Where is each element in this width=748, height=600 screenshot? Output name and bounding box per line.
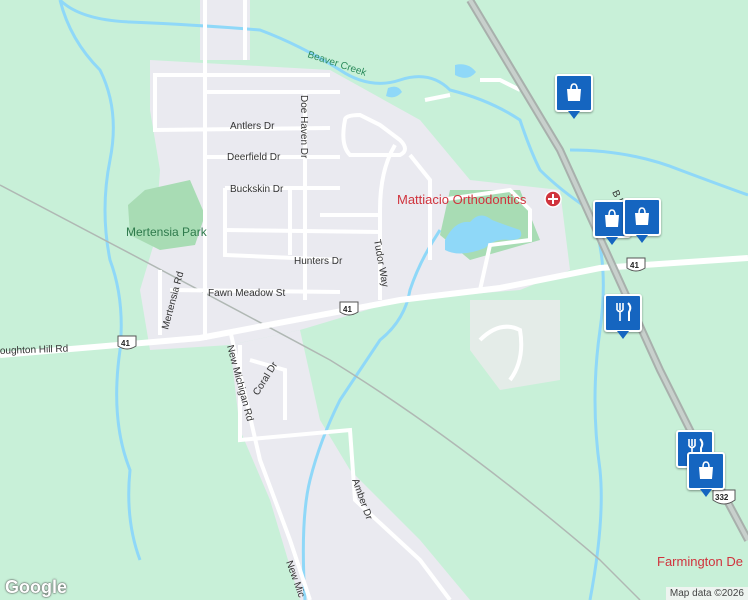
svg-text:41: 41 bbox=[343, 305, 352, 314]
route-shield-332: 332 bbox=[712, 489, 736, 505]
shopping-bag-marker[interactable] bbox=[555, 74, 593, 119]
route-shield-41-center: 41 bbox=[339, 301, 359, 316]
shopping-bag-icon bbox=[699, 461, 713, 479]
shopping-bag-icon bbox=[605, 209, 619, 227]
route-shield-41-west: 41 bbox=[117, 335, 137, 350]
park-label-mertensia: Mertensia Park bbox=[126, 225, 208, 239]
poi-farmington[interactable]: Farmington De bbox=[657, 554, 743, 569]
google-logo[interactable]: Google bbox=[5, 577, 67, 598]
svg-text:Mattiacio Orthodontics: Mattiacio Orthodontics bbox=[397, 192, 527, 207]
street-label-fawn-meadow: Fawn Meadow St bbox=[208, 288, 285, 299]
shopping-bag-marker[interactable] bbox=[687, 452, 725, 497]
street-label-doe-haven: Doe Haven Dr bbox=[298, 95, 309, 159]
shopping-bag-icon bbox=[635, 207, 649, 225]
route-shield-41-east: 41 bbox=[626, 257, 646, 272]
restaurant-icon bbox=[616, 302, 632, 321]
map-attribution[interactable]: Map data ©2026 bbox=[665, 587, 748, 600]
shopping-bag-icon bbox=[567, 83, 581, 101]
street-label-deerfield: Deerfield Dr bbox=[227, 152, 281, 163]
street-label-hunters: Hunters Dr bbox=[294, 256, 343, 267]
shopping-bag-marker[interactable] bbox=[623, 198, 661, 243]
svg-text:332: 332 bbox=[715, 493, 729, 502]
svg-text:41: 41 bbox=[121, 339, 130, 348]
restaurant-marker[interactable] bbox=[604, 294, 642, 339]
street-label-antlers: Antlers Dr bbox=[230, 121, 275, 132]
svg-text:41: 41 bbox=[630, 261, 639, 270]
street-label-buckskin: Buckskin Dr bbox=[230, 184, 284, 195]
